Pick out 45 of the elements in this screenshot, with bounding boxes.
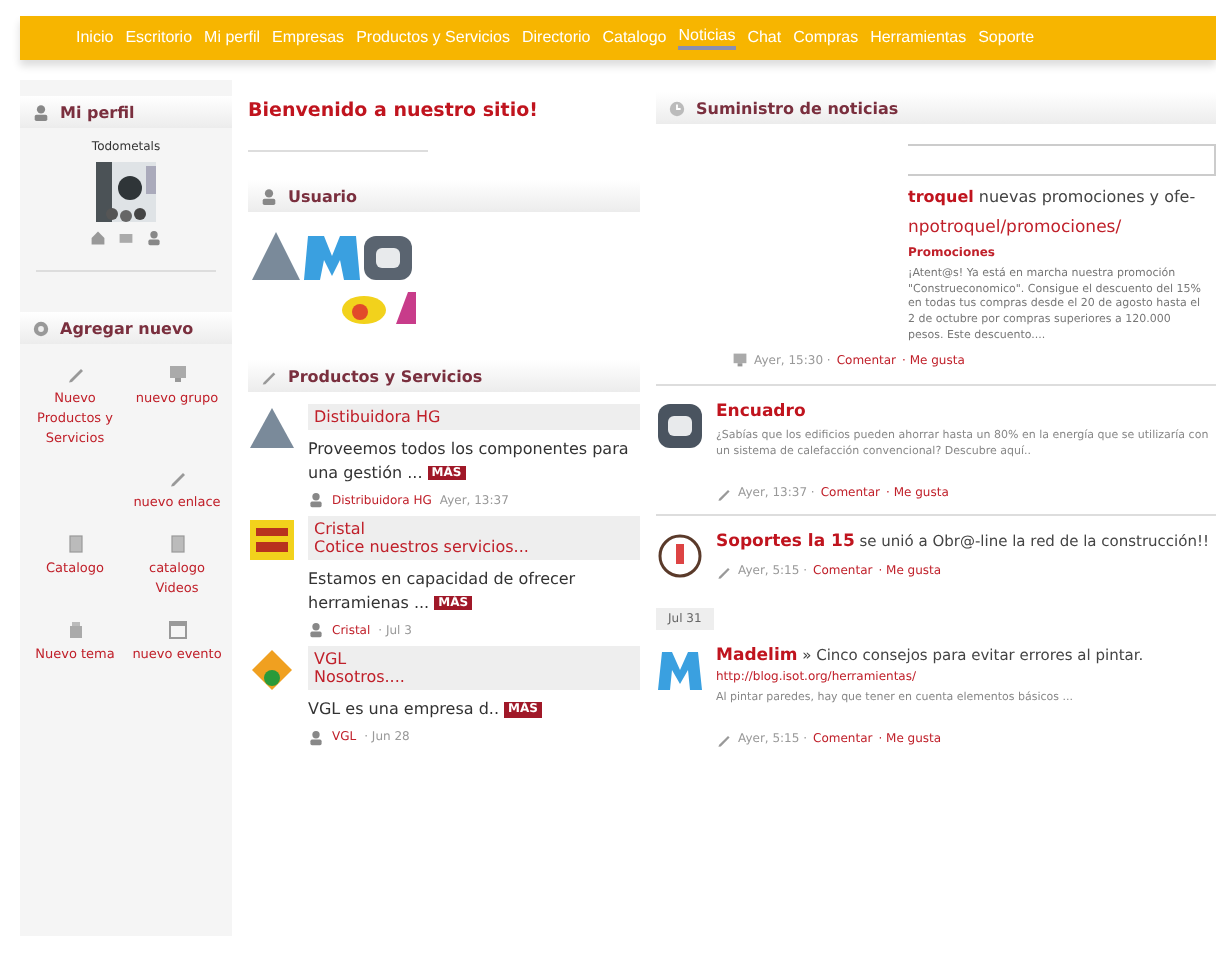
gear-icon [32,319,50,337]
user-icon [32,103,50,121]
pencil-icon [716,485,732,502]
monitor-icon [732,352,748,369]
author-link[interactable]: Madelim [716,645,798,666]
book-icon [167,534,187,554]
section-title: Productos y Servicios [288,367,483,385]
pencil-icon [260,367,278,385]
user-icon [308,729,324,746]
author-link[interactable]: troquel [908,188,974,206]
author-link[interactable]: Encuadro [716,402,1216,423]
company-logo [248,646,296,695]
company-logo [656,531,704,580]
company-link[interactable]: Distibuidora HG [314,408,634,426]
section-title: Usuario [288,187,358,205]
book-icon [65,534,85,554]
pencil-icon [716,731,732,747]
user-icon[interactable] [146,230,162,246]
user-icon [308,492,324,509]
status-input[interactable] [908,144,1216,176]
company-link[interactable]: Cristal [314,520,634,539]
company-logo [248,404,296,452]
stack-icon [65,619,85,639]
pencil-icon [716,563,732,580]
post-link[interactable]: Cotice nuestros servicios... [314,538,634,557]
welcome-heading: Bienvenido a nuestro sitio! [248,100,540,122]
company-logo [248,516,296,565]
company-logo [656,402,704,451]
feed-text: troquel nuevas promociones y ofe- [908,188,1198,206]
pencil-icon [65,364,85,384]
user-icon [308,622,324,639]
post-link[interactable]: npotroquel/promociones/ [908,218,1216,238]
user-icon [260,187,278,205]
author-link[interactable]: Soportes la 15 [716,531,855,552]
section-title: Mi perfil [60,103,135,121]
mail-icon[interactable] [118,230,134,246]
home-icon[interactable] [90,230,106,246]
calendar-icon [167,619,187,639]
section-title: Agregar nuevo [60,319,194,337]
monitor-icon [167,364,187,384]
post-link[interactable]: Nosotros.... [314,668,634,687]
section-title: Suministro de noticias [696,99,899,117]
pencil-icon [167,468,187,489]
company-link[interactable]: VGL [314,650,634,669]
clock-icon [668,99,686,117]
